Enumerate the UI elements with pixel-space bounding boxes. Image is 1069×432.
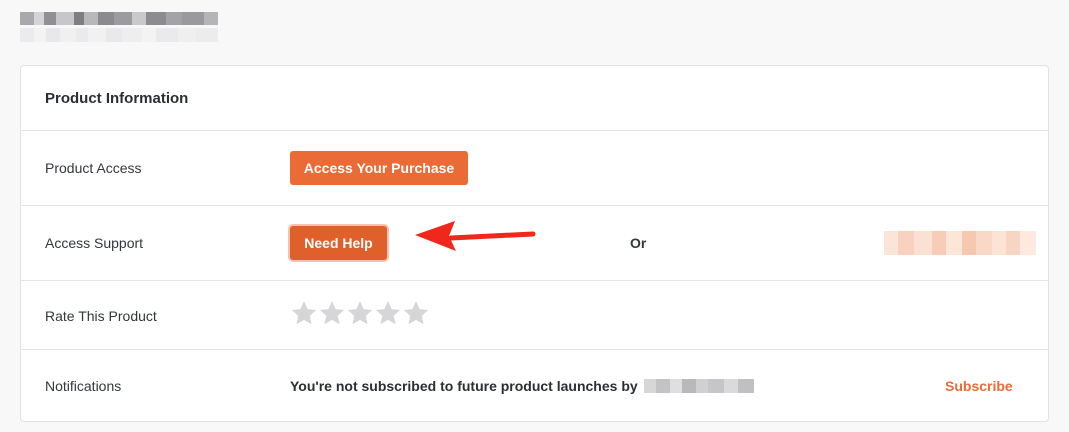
access-support-label: Access Support — [45, 235, 144, 251]
subscribe-link[interactable]: Subscribe — [945, 378, 1013, 394]
redacted-header-text — [20, 8, 218, 46]
redacted-creator-name — [644, 379, 754, 393]
row-product-access: Product Access Access Your Purchase — [21, 131, 1048, 206]
or-separator: Or — [630, 235, 647, 251]
annotation-arrow-icon — [415, 221, 536, 251]
subscription-status-text: You're not subscribed to future product … — [290, 378, 638, 394]
card-header: Product Information — [21, 66, 1048, 131]
star-icon[interactable] — [290, 299, 318, 327]
access-your-purchase-button[interactable]: Access Your Purchase — [290, 151, 468, 185]
star-icon[interactable] — [346, 299, 374, 327]
star-icon[interactable] — [374, 299, 402, 327]
need-help-button[interactable]: Need Help — [290, 226, 387, 260]
star-icon[interactable] — [318, 299, 346, 327]
redacted-support-contact — [884, 231, 1036, 255]
rate-product-label: Rate This Product — [45, 308, 157, 324]
row-rate-product: Rate This Product — [21, 281, 1048, 350]
star-rating[interactable] — [290, 299, 430, 327]
star-icon[interactable] — [402, 299, 430, 327]
row-notifications: Notifications You're not subscribed to f… — [21, 350, 1048, 421]
card-title: Product Information — [45, 89, 189, 107]
product-access-label: Product Access — [45, 160, 142, 176]
notifications-label: Notifications — [45, 378, 122, 394]
